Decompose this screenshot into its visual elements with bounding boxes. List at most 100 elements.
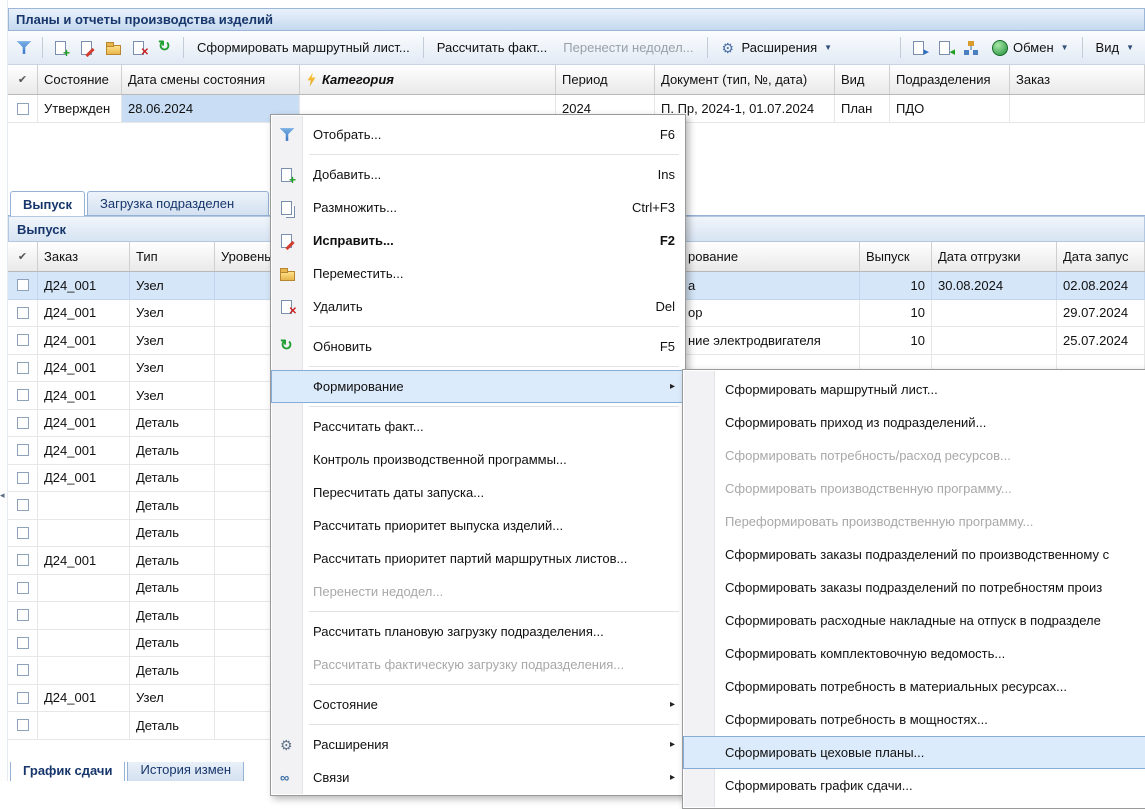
row-checkbox-cell[interactable]	[8, 327, 38, 355]
form-shop-plans-menu-item[interactable]: Сформировать цеховые планы...	[683, 736, 1145, 769]
tab-vypusk[interactable]: Выпуск	[10, 191, 85, 216]
panel-splitter[interactable]: ◂	[0, 0, 8, 781]
filter-button[interactable]	[12, 36, 36, 60]
header-state-date[interactable]: Дата смены состояния	[122, 65, 300, 94]
priority-products-menu-item[interactable]: Рассчитать приоритет выпуска изделий...	[271, 509, 685, 542]
header-category[interactable]: Категория	[300, 65, 556, 94]
row-checkbox-cell[interactable]	[8, 547, 38, 575]
checkbox[interactable]	[17, 637, 29, 649]
recalc-launch-dates-menu-item[interactable]: Пересчитать даты запуска...	[271, 476, 685, 509]
checkbox[interactable]	[17, 582, 29, 594]
state-menu-item[interactable]: Состояние ▸	[271, 688, 685, 721]
header-state[interactable]: Состояние	[38, 65, 122, 94]
structure-button[interactable]	[959, 36, 983, 60]
header-ship-date[interactable]: Дата отгрузки	[932, 242, 1057, 271]
delete-menu-item[interactable]: Удалить Del	[271, 290, 685, 323]
row-checkbox-cell[interactable]	[8, 300, 38, 328]
tab-zagruzka-podrazdelenij[interactable]: Загрузка подразделен	[87, 191, 269, 215]
header-order[interactable]: Заказ	[1010, 65, 1145, 94]
checkbox[interactable]	[17, 307, 29, 319]
row-checkbox-cell[interactable]	[8, 382, 38, 410]
header-qty[interactable]: Выпуск	[860, 242, 932, 271]
form-division-orders-demand-menu-item[interactable]: Сформировать заказы подразделений по пот…	[683, 571, 1145, 604]
checkbox[interactable]	[17, 554, 29, 566]
header-divisions[interactable]: Подразделения	[890, 65, 1010, 94]
row-checkbox-cell[interactable]	[8, 272, 38, 300]
header-select-all[interactable]: ✔	[8, 242, 38, 271]
form-picking-list-menu-item[interactable]: Сформировать комплектовочную ведомость..…	[683, 637, 1145, 670]
row-checkbox-cell[interactable]	[8, 685, 38, 713]
form-incoming-from-divisions-menu-item[interactable]: Сформировать приход из подразделений...	[683, 406, 1145, 439]
row-checkbox-cell[interactable]	[8, 657, 38, 685]
planned-load-menu-item[interactable]: Рассчитать плановую загрузку подразделен…	[271, 615, 685, 648]
header-document[interactable]: Документ (тип, №, дата)	[655, 65, 835, 94]
cell-order: Д24_001	[38, 685, 130, 713]
form-capacity-demand-menu-item[interactable]: Сформировать потребность в мощностях...	[683, 703, 1145, 736]
duplicate-menu-item[interactable]: Размножить... Ctrl+F3	[271, 191, 685, 224]
checkbox[interactable]	[17, 527, 29, 539]
checkbox[interactable]	[17, 609, 29, 621]
row-checkbox-cell[interactable]	[8, 410, 38, 438]
row-checkbox-cell[interactable]	[8, 437, 38, 465]
row-checkbox-cell[interactable]	[8, 520, 38, 548]
checkbox[interactable]	[17, 719, 29, 731]
checkbox[interactable]	[17, 362, 29, 374]
formation-menu-item[interactable]: Формирование ▸	[271, 370, 685, 403]
move-menu-item[interactable]: Переместить...	[271, 257, 685, 290]
form-delivery-schedule-menu-item[interactable]: Сформировать график сдачи...	[683, 769, 1145, 802]
route-sheet-button[interactable]: Сформировать маршрутный лист...	[190, 37, 417, 58]
edit-document-button[interactable]	[75, 36, 99, 60]
row-checkbox-cell[interactable]	[8, 465, 38, 493]
checkbox[interactable]	[17, 499, 29, 511]
checkbox[interactable]	[17, 692, 29, 704]
calc-fact-menu-item[interactable]: Рассчитать факт...	[271, 410, 685, 443]
form-material-demand-menu-item[interactable]: Сформировать потребность в материальных …	[683, 670, 1145, 703]
row-checkbox-cell[interactable]	[8, 712, 38, 740]
row-checkbox-cell[interactable]	[8, 630, 38, 658]
control-program-menu-item[interactable]: Контроль производственной программы...	[271, 443, 685, 476]
edit-menu-item[interactable]: Исправить... F2	[271, 224, 685, 257]
move-folder-button[interactable]	[101, 36, 125, 60]
priority-batches-menu-item[interactable]: Рассчитать приоритет партий маршрутных л…	[271, 542, 685, 575]
delete-document-button[interactable]	[127, 36, 151, 60]
checkbox[interactable]	[17, 334, 29, 346]
extensions-menu-item[interactable]: Расширения ▸	[271, 728, 685, 761]
header-type[interactable]: Тип	[130, 242, 215, 271]
header-select-all[interactable]: ✔	[8, 65, 38, 94]
row-checkbox-cell[interactable]	[8, 602, 38, 630]
tab-grafik-sdachi[interactable]: График сдачи	[10, 762, 125, 781]
header-kind[interactable]: Вид	[835, 65, 890, 94]
view-button[interactable]: Вид ▼	[1089, 37, 1141, 58]
checkbox[interactable]	[17, 472, 29, 484]
refresh-menu-item[interactable]: Обновить F5	[271, 330, 685, 363]
checkbox[interactable]	[17, 103, 29, 115]
header-launch-date[interactable]: Дата запус	[1057, 242, 1145, 271]
import-document-button[interactable]	[933, 36, 957, 60]
extensions-button[interactable]: Расширения ▼	[714, 37, 840, 59]
add-document-button[interactable]	[49, 36, 73, 60]
header-order[interactable]: Заказ	[38, 242, 130, 271]
add-menu-item[interactable]: Добавить... Ins	[271, 158, 685, 191]
checkbox[interactable]	[17, 444, 29, 456]
checkbox[interactable]	[17, 417, 29, 429]
exchange-button[interactable]: Обмен ▼	[985, 37, 1076, 59]
form-expense-invoices-menu-item[interactable]: Сформировать расходные накладные на отпу…	[683, 604, 1145, 637]
checkbox[interactable]	[17, 279, 29, 291]
checkbox[interactable]	[17, 389, 29, 401]
row-checkbox-cell[interactable]	[8, 355, 38, 383]
calc-fact-button[interactable]: Рассчитать факт...	[430, 37, 555, 58]
filter-menu-item[interactable]: Отобрать... F6	[271, 118, 685, 151]
header-name[interactable]: рование	[682, 242, 860, 271]
links-menu-item[interactable]: Связи ▸	[271, 761, 685, 794]
header-period[interactable]: Период	[556, 65, 655, 94]
export-document-button[interactable]	[907, 36, 931, 60]
checkbox[interactable]	[17, 664, 29, 676]
tab-istoriya-izmenenij[interactable]: История измен	[127, 762, 244, 781]
form-route-sheet-menu-item[interactable]: Сформировать маршрутный лист...	[683, 373, 1145, 406]
form-division-orders-production-menu-item[interactable]: Сформировать заказы подразделений по про…	[683, 538, 1145, 571]
collapse-arrow-icon[interactable]: ◂	[0, 490, 5, 501]
row-checkbox-cell[interactable]	[8, 492, 38, 520]
row-checkbox-cell[interactable]	[8, 575, 38, 603]
refresh-button[interactable]	[153, 36, 177, 60]
row-checkbox-cell[interactable]	[8, 95, 38, 123]
